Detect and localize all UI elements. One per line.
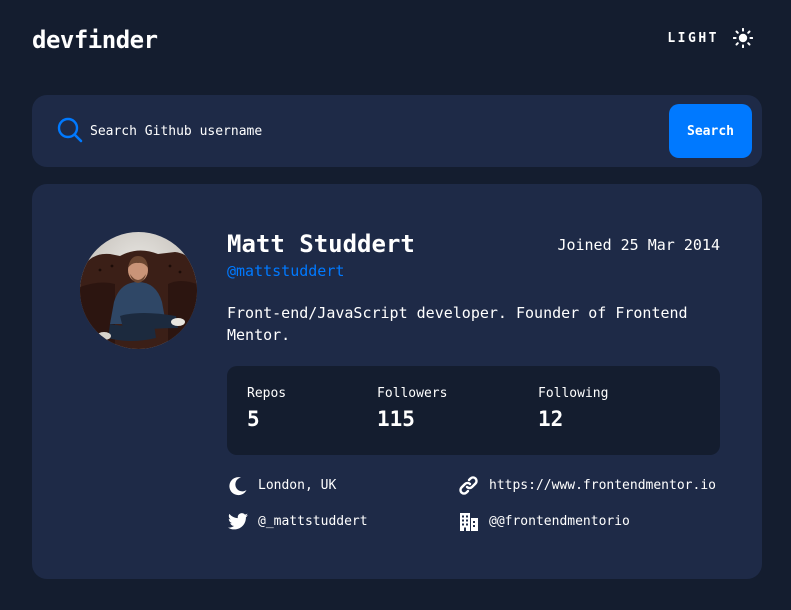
stat-label: Followers [377, 386, 448, 401]
stat-value: 5 [247, 407, 260, 431]
stat-value: 12 [538, 407, 564, 431]
theme-label: LIGHT [667, 30, 719, 46]
stats-panel: Repos 5 Followers 115 Following 12 [227, 366, 720, 455]
profile-login-link[interactable]: @mattstuddert [227, 262, 344, 280]
joined-date: Joined 25 Mar 2014 [557, 236, 720, 254]
stat-label: Repos [247, 386, 287, 401]
location-text: London, UK [258, 478, 337, 493]
location-icon [227, 475, 248, 496]
website-item[interactable]: https://www.frontendmentor.io [458, 475, 716, 496]
search-button[interactable]: Search [669, 104, 752, 158]
website-link[interactable]: https://www.frontendmentor.io [489, 478, 716, 493]
profile-bio: Front-end/JavaScript developer. Founder … [227, 304, 688, 344]
profile-name: Matt Studdert [227, 230, 415, 258]
location-item: London, UK [227, 475, 336, 496]
stat-label: Following [538, 386, 609, 401]
sun-icon [733, 28, 753, 48]
link-icon [458, 475, 479, 496]
search-icon [57, 117, 83, 147]
stat-followers: Followers 115 [377, 386, 447, 431]
stat-repos: Repos 5 [247, 386, 286, 431]
search-input[interactable] [90, 115, 650, 147]
search-bar: Search [32, 95, 762, 167]
theme-toggle[interactable]: LIGHT [667, 28, 753, 48]
twitter-icon [227, 511, 248, 532]
profile-card: Matt Studdert Joined 25 Mar 2014 @mattst… [32, 184, 762, 579]
company-item[interactable]: @@frontendmentorio [458, 511, 630, 532]
company-icon [458, 511, 479, 532]
twitter-handle[interactable]: @_mattstuddert [258, 514, 368, 529]
company-name[interactable]: @@frontendmentorio [489, 514, 630, 529]
stat-value: 115 [377, 407, 415, 431]
twitter-item[interactable]: @_mattstuddert [227, 511, 368, 532]
app-logo: devfinder [32, 26, 158, 54]
stat-following: Following 12 [538, 386, 608, 431]
avatar [80, 232, 197, 349]
